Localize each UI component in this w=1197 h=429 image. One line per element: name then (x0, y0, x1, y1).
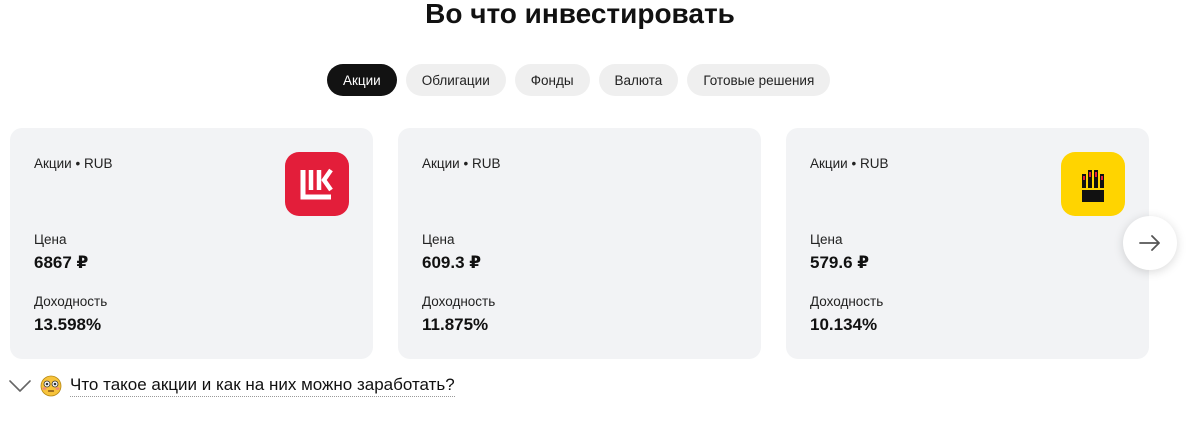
faq-toggle[interactable]: Что такое акции и как на них можно зараб… (8, 374, 455, 397)
price-label: Цена (34, 232, 67, 247)
card-meta: Акции • RUB (422, 156, 501, 171)
category-tabs: Акции Облигации Фонды Валюта Готовые реш… (327, 64, 831, 96)
yield-value: 11.875% (422, 315, 489, 334)
page-title: Во что инвестировать (425, 0, 735, 29)
yield-label: Доходность (810, 294, 884, 309)
flushed-face-emoji-icon (40, 375, 62, 396)
yield-label: Доходность (34, 294, 108, 309)
tab-currency[interactable]: Валюта (598, 64, 679, 96)
arrow-right-icon (1139, 235, 1160, 251)
faq-question: Что такое акции и как на них можно зараб… (70, 374, 455, 397)
tab-bonds[interactable]: Облигации (405, 64, 506, 96)
instrument-card[interactable]: Акции • RUB Цена 609.3 ₽ Доходность 11.8… (398, 128, 761, 359)
rosneft-logo-icon (1061, 152, 1125, 216)
yield-label: Доходность (422, 294, 496, 309)
card-meta: Акции • RUB (34, 156, 113, 171)
card-meta: Акции • RUB (810, 156, 889, 171)
tab-funds[interactable]: Фонды (514, 64, 590, 96)
price-value: 609.3 ₽ (422, 253, 482, 272)
yield-value: 10.134% (810, 315, 878, 334)
price-label: Цена (810, 232, 843, 247)
chevron-down-icon (9, 379, 31, 392)
price-label: Цена (422, 232, 455, 247)
price-value: 579.6 ₽ (810, 253, 870, 272)
price-value: 6867 ₽ (34, 253, 89, 272)
tab-ready-solutions[interactable]: Готовые решения (687, 64, 831, 96)
carousel-next-button[interactable] (1123, 216, 1177, 270)
instrument-card[interactable]: Акции • RUB Цена 6867 ₽ Доходность 13.59… (10, 128, 373, 359)
yield-value: 13.598% (34, 315, 102, 334)
instrument-card[interactable]: Акции • RUB Цена 579.6 ₽ Доходность 10.1… (786, 128, 1149, 359)
tab-stocks[interactable]: Акции (327, 64, 397, 96)
lukoil-logo-icon (285, 152, 349, 216)
